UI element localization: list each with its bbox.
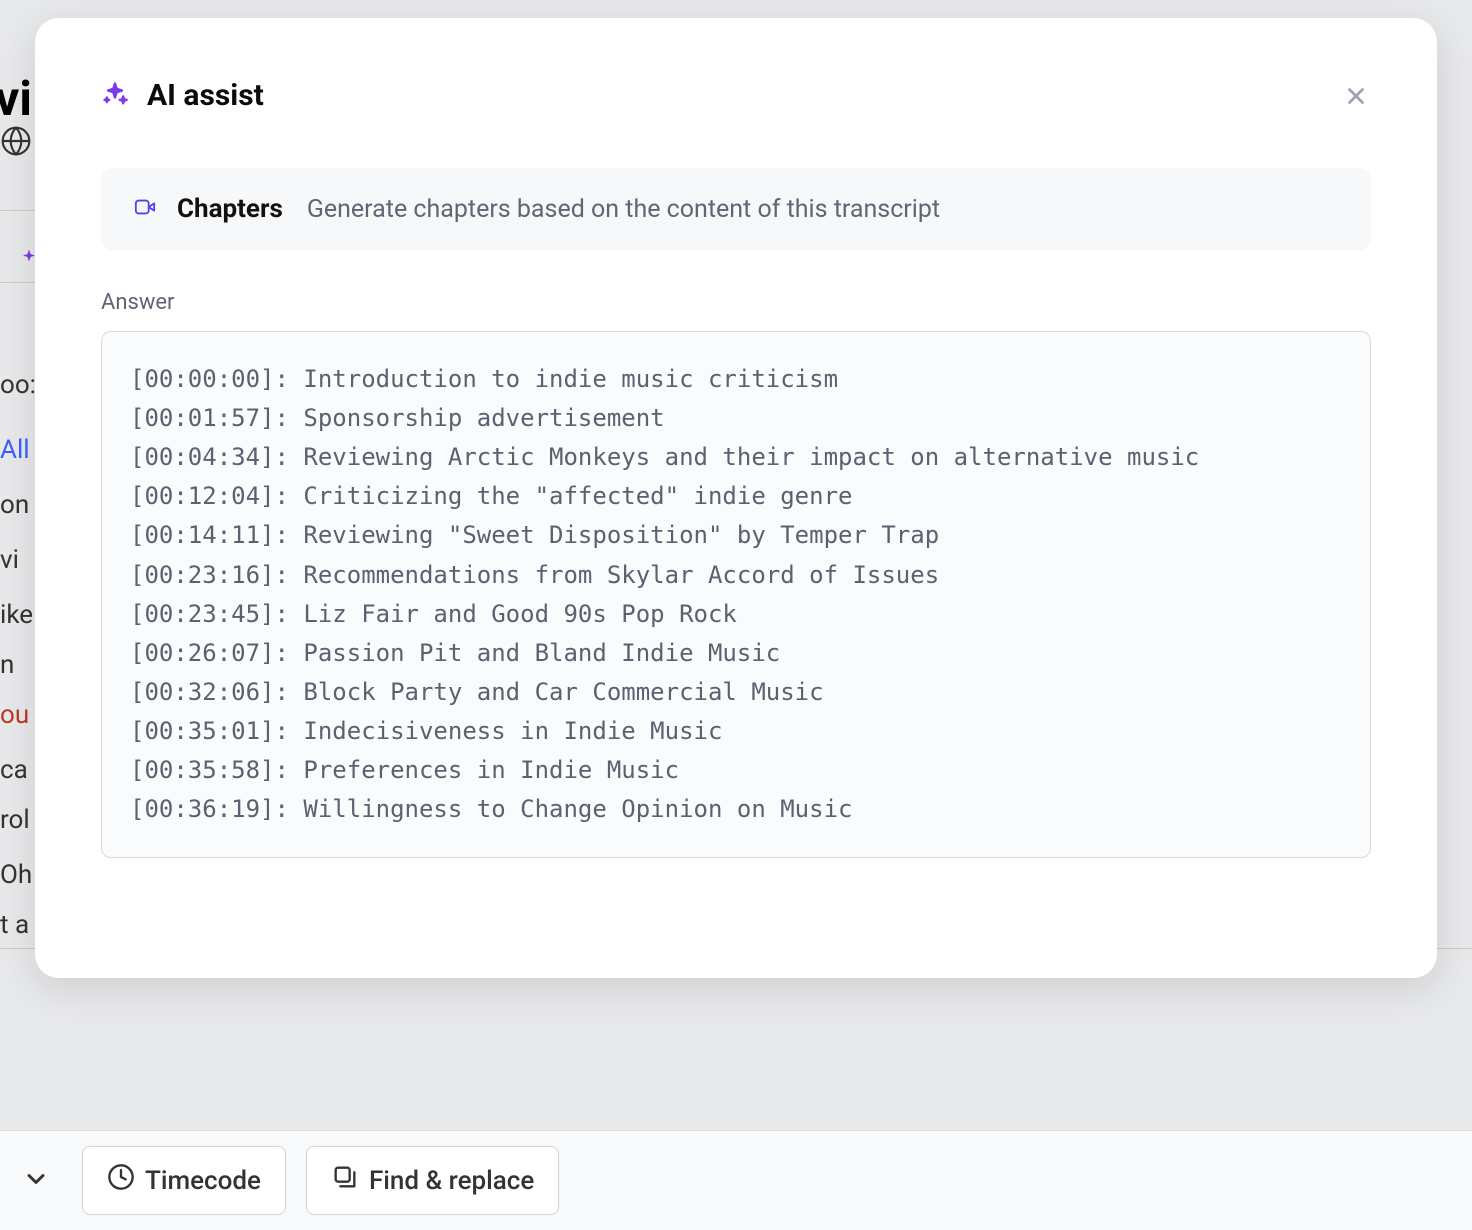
answer-output[interactable]: [00:00:00]: Introduction to indie music … xyxy=(101,331,1371,858)
modal-title-wrap: AI assist xyxy=(101,78,264,113)
background-text-fragment: rol xyxy=(0,805,30,835)
globe-icon xyxy=(0,125,32,161)
find-replace-label: Find & replace xyxy=(369,1166,534,1196)
background-text-fragment: on xyxy=(0,490,29,520)
sparkle-icon xyxy=(101,80,129,112)
clock-icon xyxy=(107,1163,135,1198)
background-text-fragment: ca xyxy=(0,755,28,785)
divider xyxy=(0,282,40,283)
modal-header: AI assist xyxy=(101,78,1371,113)
background-text-fragment: Oh xyxy=(0,860,32,890)
video-icon xyxy=(131,196,159,222)
background-text-fragment: ou xyxy=(0,700,29,730)
chevron-down-icon[interactable] xyxy=(10,1165,62,1197)
find-replace-icon xyxy=(331,1163,359,1198)
divider xyxy=(0,210,40,211)
background-text-fragment: vi xyxy=(0,545,19,575)
find-replace-button[interactable]: Find & replace xyxy=(306,1146,559,1215)
chapters-label: Chapters xyxy=(177,194,283,224)
page-title-fragment: vi xyxy=(0,70,32,127)
background-text-fragment: All xyxy=(0,435,30,465)
ai-assist-modal: AI assist Chapters Generate chapters bas… xyxy=(35,18,1437,978)
background-text-fragment: ike xyxy=(0,600,33,630)
chapters-description: Generate chapters based on the content o… xyxy=(307,195,940,224)
timecode-button[interactable]: Timecode xyxy=(82,1146,286,1215)
background-text-fragment: n xyxy=(0,650,14,680)
background-text-fragment: oo: xyxy=(0,370,36,400)
close-button[interactable] xyxy=(1341,81,1371,111)
bottom-toolbar: Timecode Find & replace xyxy=(0,1130,1472,1230)
background-text-fragment: t a xyxy=(0,910,29,940)
modal-title: AI assist xyxy=(147,78,264,113)
timecode-label: Timecode xyxy=(145,1166,261,1196)
answer-label: Answer xyxy=(101,290,1371,315)
chapters-option[interactable]: Chapters Generate chapters based on the … xyxy=(101,168,1371,250)
